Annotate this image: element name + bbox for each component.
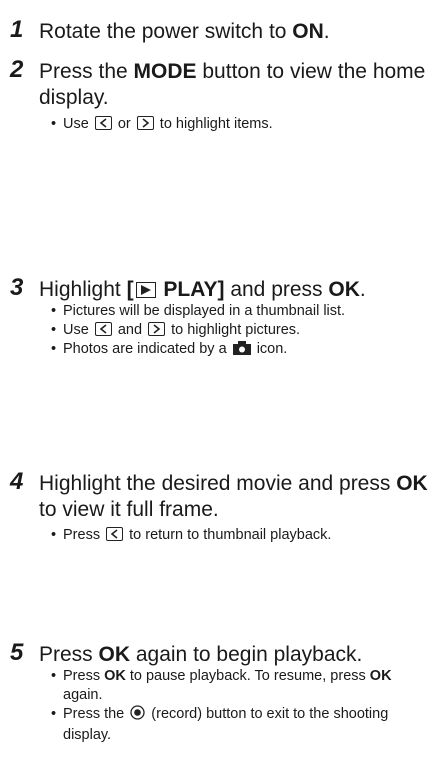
- step-title: Highlight the desired movie and press OK…: [39, 472, 428, 521]
- step-number: 4: [10, 468, 24, 495]
- step-title: Press OK again to begin playback.: [39, 643, 363, 666]
- bullet-list: Use or to highlight items.: [51, 115, 433, 134]
- right-arrow-key-icon: [148, 322, 166, 336]
- left-arrow-key-icon: [106, 527, 124, 541]
- play-icon: [135, 282, 156, 298]
- left-arrow-key-icon: [94, 322, 112, 336]
- bullet-list: Pictures will be displayed in a thumbnai…: [51, 302, 433, 361]
- bullet-list: Press to return to thumbnail playback.: [51, 526, 433, 545]
- list-item: Press the (record) button to exit to the…: [51, 705, 433, 745]
- left-arrow-key-icon: [94, 116, 112, 130]
- step-title: Highlight [ PLAY] and press OK.: [39, 278, 366, 301]
- list-item: Use and to highlight pictures.: [51, 321, 433, 340]
- list-item: Use or to highlight items.: [51, 115, 433, 134]
- list-item: Press to return to thumbnail playback.: [51, 526, 433, 545]
- bullet-list: Press OK to pause playback. To resume, p…: [51, 667, 433, 745]
- step-number: 5: [10, 639, 24, 666]
- list-item: Pictures will be displayed in a thumbnai…: [51, 302, 433, 321]
- step-title: Press the MODE button to view the home d…: [39, 60, 426, 109]
- list-item: Photos are indicated by a icon.: [51, 340, 433, 361]
- step-number: 3: [10, 274, 24, 301]
- camera-icon: [232, 341, 251, 361]
- step-title: Rotate the power switch to ON.: [39, 20, 330, 43]
- step-number: 2: [10, 56, 24, 83]
- right-arrow-key-icon: [136, 116, 154, 130]
- list-item: Press OK to pause playback. To resume, p…: [51, 667, 433, 705]
- step-number: 1: [10, 16, 24, 43]
- record-button-icon: [130, 705, 145, 726]
